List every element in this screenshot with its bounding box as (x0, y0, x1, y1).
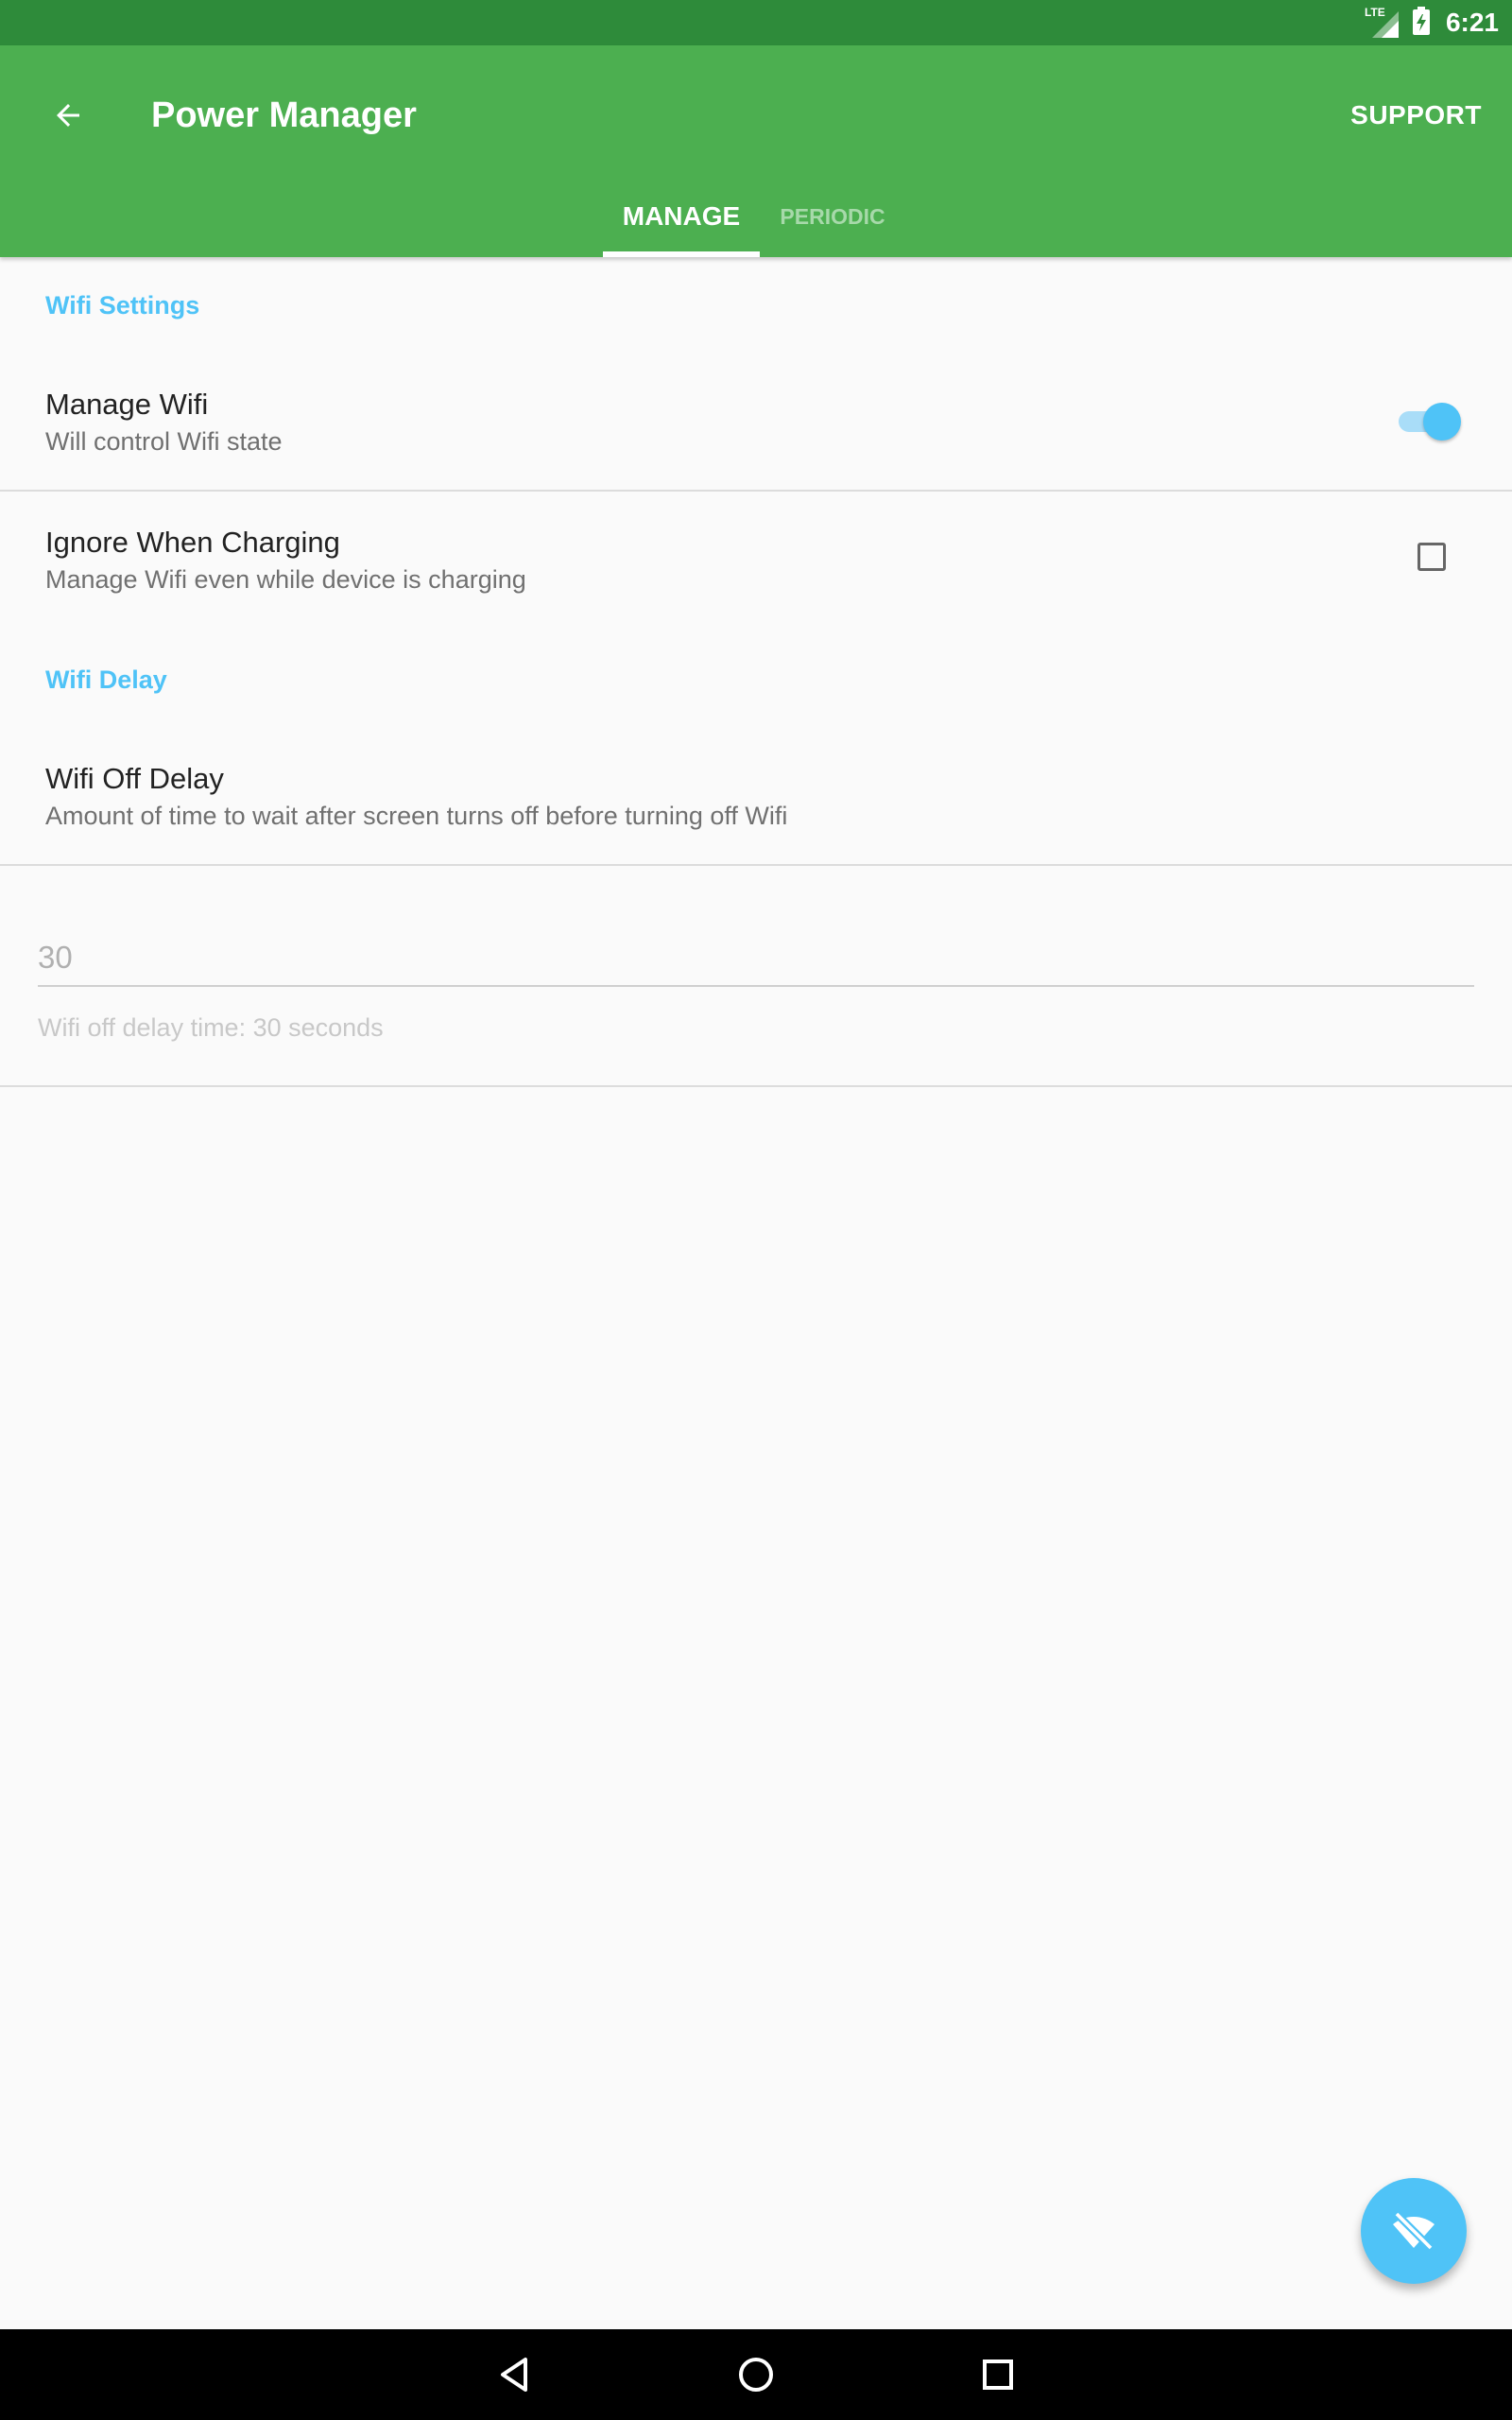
section-header-wifi-delay: Wifi Delay (45, 666, 167, 694)
back-triangle-icon (501, 2358, 527, 2392)
support-button[interactable]: SUPPORT (1350, 81, 1482, 149)
tab-indicator (603, 251, 760, 257)
status-icons: LTE 6:21 (1365, 0, 1499, 45)
divider (0, 1085, 1512, 1087)
tab-periodic-label: PERIODIC (780, 204, 885, 229)
wifi-off-fab[interactable] (1361, 2178, 1467, 2284)
delay-input[interactable]: 30 (38, 940, 73, 976)
divider (0, 490, 1512, 492)
wifi-off-icon (1393, 2211, 1435, 2251)
wifi-off-delay-title: Wifi Off Delay (45, 762, 224, 795)
nav-home-button[interactable] (726, 2344, 786, 2405)
battery-icon (1412, 6, 1431, 40)
nav-recents-button[interactable] (968, 2344, 1028, 2405)
manage-wifi-summary: Will control Wifi state (45, 427, 283, 456)
manage-wifi-switch[interactable] (1395, 401, 1463, 442)
nav-back-button[interactable] (484, 2344, 544, 2405)
status-bar: LTE 6:21 (0, 0, 1512, 45)
section-header-wifi-settings: Wifi Settings (45, 291, 200, 320)
navigation-bar (0, 2329, 1512, 2420)
divider (0, 864, 1512, 866)
wifi-off-delay-summary: Amount of time to wait after screen turn… (45, 802, 788, 830)
app-bar: Power Manager SUPPORT MANAGE PERIODIC (0, 45, 1512, 257)
tab-manage[interactable]: MANAGE (603, 176, 760, 257)
page-title: Power Manager (151, 95, 417, 135)
recents-square-icon (983, 2360, 1013, 2390)
ignore-charging-title: Ignore When Charging (45, 526, 340, 559)
manage-wifi-title: Manage Wifi (45, 388, 209, 421)
ignore-charging-summary: Manage Wifi even while device is chargin… (45, 565, 526, 594)
tab-periodic[interactable]: PERIODIC (760, 176, 905, 257)
delay-input-underline (38, 985, 1474, 987)
ignore-charging-checkbox[interactable] (1418, 543, 1446, 571)
tab-manage-label: MANAGE (622, 201, 741, 231)
arrow-back-icon (57, 104, 79, 127)
back-button[interactable] (34, 81, 102, 149)
signal-icon: LTE (1365, 6, 1402, 38)
tab-bar: MANAGE PERIODIC (603, 176, 905, 257)
status-time: 6:21 (1445, 8, 1499, 37)
home-circle-icon (739, 2358, 773, 2392)
delay-input-helper: Wifi off delay time: 30 seconds (38, 1013, 384, 1042)
switch-thumb (1423, 403, 1461, 441)
